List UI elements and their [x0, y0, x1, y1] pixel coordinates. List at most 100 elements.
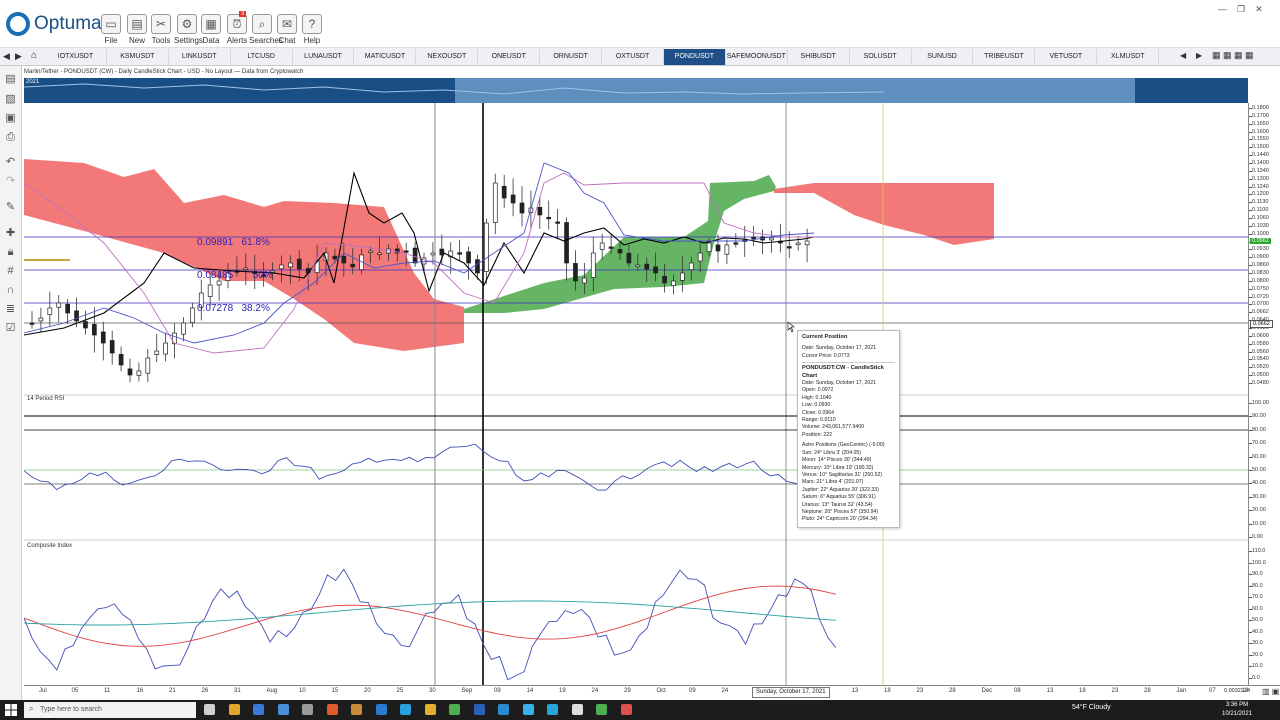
chrome-canary-icon[interactable]: [449, 704, 460, 715]
axis-tick: [1249, 416, 1252, 418]
tab-lunausdt[interactable]: LUNAUSDT: [293, 49, 355, 65]
tabs-scroll-right-icon[interactable]: ▶: [1196, 51, 1202, 60]
rsi-axis-label: 50.00: [1252, 467, 1266, 473]
tab-ornusdt[interactable]: ORNUSDT: [540, 49, 603, 65]
date-axis-label: 11: [104, 688, 111, 694]
window-controls[interactable]: — ❐ ✕: [1218, 4, 1263, 15]
edge-dev-icon[interactable]: [375, 704, 387, 715]
toolbar-chat-button[interactable]: ✉ Chat: [274, 14, 300, 45]
axis-tick: [1249, 312, 1252, 314]
toolbar-label: Data: [202, 36, 220, 45]
date-axis-label: 20: [364, 688, 371, 694]
brave-icon[interactable]: [326, 704, 338, 715]
chart-settings-icon[interactable]: ▥ ▣: [1262, 687, 1279, 696]
composite-fast-average: [23, 585, 836, 647]
task-view-icon[interactable]: [204, 704, 215, 715]
tab-iotxusdt[interactable]: IOTXUSDT: [45, 49, 107, 65]
telegram-icon[interactable]: [522, 704, 534, 715]
chart-canvas[interactable]: [23, 103, 1248, 685]
settings-app-icon[interactable]: [302, 704, 313, 715]
rsi-axis-label: 90.00: [1252, 413, 1266, 420]
edge-icon[interactable]: [277, 704, 289, 715]
toolbar-tools-button[interactable]: ✂ Tools: [148, 14, 174, 45]
forward-arrow-icon[interactable]: ▶: [15, 51, 22, 62]
tab-linkusdt[interactable]: LINKUSDT: [169, 49, 231, 65]
tab-pondusdt[interactable]: PONDUSDT: [664, 49, 726, 65]
tab-sunusd[interactable]: SUNUSD: [912, 49, 974, 65]
open-folder-icon[interactable]: ▨: [3, 92, 18, 106]
taskbar-search-input[interactable]: Type here to search: [24, 702, 196, 718]
tabs-menu-icon[interactable]: ▦ ▦ ▦ ▦: [1212, 50, 1254, 61]
toolbar-settings-button[interactable]: ⚙ Settings: [174, 14, 203, 45]
tab-oneusdt[interactable]: ONEUSDT: [478, 49, 541, 65]
app-icon[interactable]: [351, 704, 362, 715]
price-axis-label: 0.0750: [1252, 285, 1269, 292]
toolbar-searches-button[interactable]: ⌕ Searches: [249, 14, 283, 45]
undo-icon[interactable]: ↶: [3, 155, 18, 169]
chrome-icon[interactable]: [400, 704, 411, 715]
layers-icon[interactable]: ≣: [3, 302, 18, 316]
tooltip-astro-row: Saturn: 6° Aquarius 55' (306.91): [802, 494, 876, 501]
axis-tick: [1249, 359, 1252, 361]
tab-shibusdt[interactable]: SHIBUSDT: [788, 49, 850, 65]
axis-tick: [1249, 597, 1252, 599]
tooltip-row: High: 0.1040: [802, 394, 832, 401]
word-icon[interactable]: [473, 704, 485, 715]
main-toolbar: Optuma ▭ File ▤ New ✂ Tools ⚙ Settings ▦ Data ⏰︎ 3 A…: [0, 0, 1280, 48]
weather-widget[interactable]: 54°F Cloudy: [1072, 704, 1111, 711]
file-explorer-icon[interactable]: [228, 704, 240, 715]
tab-ksmusdt[interactable]: KSMUSDT: [107, 49, 169, 65]
tab-vetusdt[interactable]: VETUSDT: [1035, 49, 1098, 65]
page-icon[interactable]: ▤: [3, 72, 18, 86]
toolbar-new-button[interactable]: ▤ New: [124, 14, 150, 45]
save-icon[interactable]: ▣: [3, 111, 18, 125]
lock-icon[interactable]: 🔒︎: [3, 245, 18, 259]
date-axis-label: 24: [721, 688, 729, 694]
price-axis-label: 0.1100: [1252, 207, 1269, 214]
data-icon: ▦: [201, 14, 221, 34]
overview-navigator[interactable]: 2021: [24, 78, 1248, 103]
tab-safemoonusdt[interactable]: SAFEMOONUSDT: [726, 49, 788, 65]
date-axis-label: 29: [624, 688, 631, 694]
tab-ltcusd[interactable]: LTCUSD: [231, 49, 293, 65]
toolbar-help-button[interactable]: ? Help: [299, 14, 325, 45]
axis-tick: [1249, 367, 1252, 369]
redo-icon[interactable]: ↷: [3, 174, 18, 188]
windows-start-icon[interactable]: [4, 703, 18, 717]
value-axis[interactable]: 0.1800 0.1700 0.1650 0.1600 0.1550 0.1500 0.14…: [1248, 103, 1280, 685]
tab-maticusdt[interactable]: MATICUSDT: [355, 49, 417, 65]
tab-solusdt[interactable]: SOLUSDT: [850, 49, 912, 65]
toolbar-file-button[interactable]: ▭ File: [98, 14, 124, 45]
app-icon[interactable]: [547, 704, 558, 715]
checklist-icon[interactable]: ☑: [3, 321, 18, 335]
crosshair-icon[interactable]: ✚: [3, 226, 18, 240]
chart-area[interactable]: 14 Period RSI Composite Index 0.09891 61…: [23, 103, 1248, 685]
app-icon[interactable]: [498, 704, 509, 715]
date-axis-label: Sep: [461, 688, 473, 694]
toolbar-alerts-button[interactable]: ⏰︎ 3 Alerts: [224, 11, 250, 45]
home-icon[interactable]: ⌂: [31, 50, 37, 61]
draw-tool-icon[interactable]: ✎: [3, 200, 18, 214]
back-arrow-icon[interactable]: ◀: [3, 51, 10, 62]
optuma-task-icon[interactable]: [571, 704, 583, 715]
app-icon[interactable]: [424, 704, 436, 715]
tab-nexousdt[interactable]: NEXOUSDT: [416, 49, 479, 65]
magnet-icon[interactable]: ∩: [3, 283, 18, 297]
app-icon[interactable]: [620, 704, 632, 715]
app-icon[interactable]: [596, 704, 607, 715]
date-axis-label: 25: [396, 688, 404, 694]
tabs-scroll-left-icon[interactable]: ◀: [1180, 51, 1186, 60]
axis-tick: [1249, 265, 1252, 267]
toolbar-data-button[interactable]: ▦ Data: [198, 14, 224, 45]
tab-tribeusdt[interactable]: TRIBEUSDT: [974, 49, 1036, 65]
tab-xlmusdt[interactable]: XLMUSDT: [1097, 49, 1160, 65]
grid-icon[interactable]: #: [3, 264, 18, 278]
logo-text: Optuma: [34, 13, 102, 34]
date-axis[interactable]: Sunday, October 17, 2021 0.0032224 ▥ ▣ J…: [24, 685, 1280, 700]
rsi-axis-label: 10.00: [1252, 520, 1266, 527]
print-icon[interactable]: ⎙: [3, 130, 18, 144]
taskbar-clock[interactable]: 3:36 PM 10/21/2021: [1222, 701, 1252, 719]
tab-oxtusdt[interactable]: OXTUSDT: [602, 49, 664, 65]
mail-icon[interactable]: [253, 704, 264, 715]
folder-icon: ▭: [101, 14, 121, 34]
